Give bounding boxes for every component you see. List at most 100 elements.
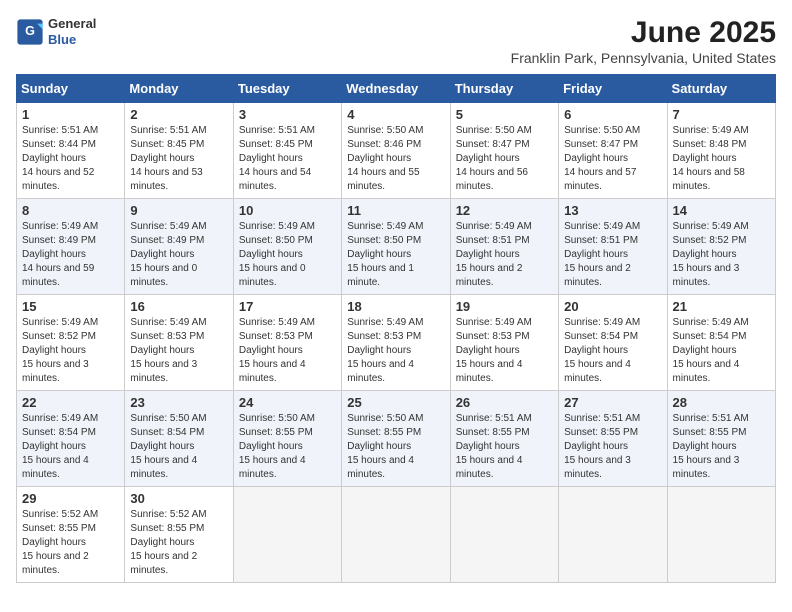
cell-info: Sunrise: 5:52 AMSunset: 8:55 PMDaylight … — [22, 508, 119, 578]
header-row: SundayMondayTuesdayWednesdayThursdayFrid… — [17, 75, 776, 103]
cell-info: Sunrise: 5:50 AMSunset: 8:47 PMDaylight … — [564, 124, 661, 194]
cell-info: Sunrise: 5:50 AMSunset: 8:55 PMDaylight … — [347, 412, 444, 482]
cell-info: Sunrise: 5:49 AMSunset: 8:48 PMDaylight … — [673, 124, 770, 194]
day-number: 7 — [673, 107, 770, 122]
page-header: G General Blue June 2025 Franklin Park, … — [16, 16, 776, 66]
cell-info: Sunrise: 5:49 AMSunset: 8:54 PMDaylight … — [673, 316, 770, 386]
day-number: 25 — [347, 395, 444, 410]
calendar-cell: 16 Sunrise: 5:49 AMSunset: 8:53 PMDaylig… — [125, 295, 233, 391]
day-number: 3 — [239, 107, 336, 122]
header-day-wednesday: Wednesday — [342, 75, 450, 103]
cell-info: Sunrise: 5:49 AMSunset: 8:52 PMDaylight … — [22, 316, 119, 386]
calendar-cell: 30 Sunrise: 5:52 AMSunset: 8:55 PMDaylig… — [125, 487, 233, 583]
calendar-cell: 28 Sunrise: 5:51 AMSunset: 8:55 PMDaylig… — [667, 391, 775, 487]
day-number: 16 — [130, 299, 227, 314]
cell-info: Sunrise: 5:49 AMSunset: 8:54 PMDaylight … — [22, 412, 119, 482]
day-number: 27 — [564, 395, 661, 410]
calendar-header: SundayMondayTuesdayWednesdayThursdayFrid… — [17, 75, 776, 103]
day-number: 29 — [22, 491, 119, 506]
calendar-cell — [450, 487, 558, 583]
day-number: 28 — [673, 395, 770, 410]
day-number: 9 — [130, 203, 227, 218]
calendar-cell: 4 Sunrise: 5:50 AMSunset: 8:46 PMDayligh… — [342, 103, 450, 199]
day-number: 5 — [456, 107, 553, 122]
logo: G General Blue — [16, 16, 96, 47]
calendar-cell — [667, 487, 775, 583]
calendar-cell: 27 Sunrise: 5:51 AMSunset: 8:55 PMDaylig… — [559, 391, 667, 487]
calendar-cell: 22 Sunrise: 5:49 AMSunset: 8:54 PMDaylig… — [17, 391, 125, 487]
cell-info: Sunrise: 5:49 AMSunset: 8:53 PMDaylight … — [456, 316, 553, 386]
cell-info: Sunrise: 5:51 AMSunset: 8:55 PMDaylight … — [673, 412, 770, 482]
day-number: 13 — [564, 203, 661, 218]
calendar-cell: 7 Sunrise: 5:49 AMSunset: 8:48 PMDayligh… — [667, 103, 775, 199]
logo-icon: G — [16, 18, 44, 46]
calendar-cell: 29 Sunrise: 5:52 AMSunset: 8:55 PMDaylig… — [17, 487, 125, 583]
header-day-friday: Friday — [559, 75, 667, 103]
cell-info: Sunrise: 5:49 AMSunset: 8:49 PMDaylight … — [130, 220, 227, 290]
calendar-cell: 23 Sunrise: 5:50 AMSunset: 8:54 PMDaylig… — [125, 391, 233, 487]
week-row-4: 22 Sunrise: 5:49 AMSunset: 8:54 PMDaylig… — [17, 391, 776, 487]
calendar-cell: 2 Sunrise: 5:51 AMSunset: 8:45 PMDayligh… — [125, 103, 233, 199]
cell-info: Sunrise: 5:51 AMSunset: 8:44 PMDaylight … — [22, 124, 119, 194]
day-number: 23 — [130, 395, 227, 410]
day-number: 2 — [130, 107, 227, 122]
month-title: June 2025 — [511, 16, 776, 50]
day-number: 4 — [347, 107, 444, 122]
week-row-3: 15 Sunrise: 5:49 AMSunset: 8:52 PMDaylig… — [17, 295, 776, 391]
day-number: 22 — [22, 395, 119, 410]
calendar-cell: 19 Sunrise: 5:49 AMSunset: 8:53 PMDaylig… — [450, 295, 558, 391]
cell-info: Sunrise: 5:51 AMSunset: 8:55 PMDaylight … — [564, 412, 661, 482]
day-number: 1 — [22, 107, 119, 122]
cell-info: Sunrise: 5:50 AMSunset: 8:54 PMDaylight … — [130, 412, 227, 482]
calendar-cell: 18 Sunrise: 5:49 AMSunset: 8:53 PMDaylig… — [342, 295, 450, 391]
day-number: 24 — [239, 395, 336, 410]
calendar-cell: 24 Sunrise: 5:50 AMSunset: 8:55 PMDaylig… — [233, 391, 341, 487]
calendar-cell: 21 Sunrise: 5:49 AMSunset: 8:54 PMDaylig… — [667, 295, 775, 391]
location-title: Franklin Park, Pennsylvania, United Stat… — [511, 50, 776, 66]
day-number: 21 — [673, 299, 770, 314]
cell-info: Sunrise: 5:49 AMSunset: 8:51 PMDaylight … — [456, 220, 553, 290]
day-number: 14 — [673, 203, 770, 218]
calendar-cell: 5 Sunrise: 5:50 AMSunset: 8:47 PMDayligh… — [450, 103, 558, 199]
calendar-cell: 13 Sunrise: 5:49 AMSunset: 8:51 PMDaylig… — [559, 199, 667, 295]
week-row-5: 29 Sunrise: 5:52 AMSunset: 8:55 PMDaylig… — [17, 487, 776, 583]
cell-info: Sunrise: 5:49 AMSunset: 8:51 PMDaylight … — [564, 220, 661, 290]
header-day-monday: Monday — [125, 75, 233, 103]
cell-info: Sunrise: 5:49 AMSunset: 8:54 PMDaylight … — [564, 316, 661, 386]
day-number: 30 — [130, 491, 227, 506]
calendar-cell: 10 Sunrise: 5:49 AMSunset: 8:50 PMDaylig… — [233, 199, 341, 295]
header-day-sunday: Sunday — [17, 75, 125, 103]
calendar-cell: 14 Sunrise: 5:49 AMSunset: 8:52 PMDaylig… — [667, 199, 775, 295]
header-day-thursday: Thursday — [450, 75, 558, 103]
svg-text:G: G — [25, 23, 35, 37]
calendar-cell: 15 Sunrise: 5:49 AMSunset: 8:52 PMDaylig… — [17, 295, 125, 391]
calendar-cell: 12 Sunrise: 5:49 AMSunset: 8:51 PMDaylig… — [450, 199, 558, 295]
day-number: 19 — [456, 299, 553, 314]
day-number: 12 — [456, 203, 553, 218]
day-number: 20 — [564, 299, 661, 314]
cell-info: Sunrise: 5:49 AMSunset: 8:52 PMDaylight … — [673, 220, 770, 290]
day-number: 26 — [456, 395, 553, 410]
logo-text: General Blue — [48, 16, 96, 47]
calendar-cell — [342, 487, 450, 583]
day-number: 10 — [239, 203, 336, 218]
cell-info: Sunrise: 5:49 AMSunset: 8:49 PMDaylight … — [22, 220, 119, 290]
week-row-1: 1 Sunrise: 5:51 AMSunset: 8:44 PMDayligh… — [17, 103, 776, 199]
cell-info: Sunrise: 5:52 AMSunset: 8:55 PMDaylight … — [130, 508, 227, 578]
title-area: June 2025 Franklin Park, Pennsylvania, U… — [511, 16, 776, 66]
calendar-cell: 3 Sunrise: 5:51 AMSunset: 8:45 PMDayligh… — [233, 103, 341, 199]
calendar-cell: 11 Sunrise: 5:49 AMSunset: 8:50 PMDaylig… — [342, 199, 450, 295]
calendar-body: 1 Sunrise: 5:51 AMSunset: 8:44 PMDayligh… — [17, 103, 776, 583]
calendar-cell: 20 Sunrise: 5:49 AMSunset: 8:54 PMDaylig… — [559, 295, 667, 391]
logo-general: General — [48, 16, 96, 32]
day-number: 6 — [564, 107, 661, 122]
calendar-cell: 1 Sunrise: 5:51 AMSunset: 8:44 PMDayligh… — [17, 103, 125, 199]
calendar-cell: 25 Sunrise: 5:50 AMSunset: 8:55 PMDaylig… — [342, 391, 450, 487]
logo-blue: Blue — [48, 32, 96, 48]
calendar-cell — [233, 487, 341, 583]
cell-info: Sunrise: 5:51 AMSunset: 8:55 PMDaylight … — [456, 412, 553, 482]
cell-info: Sunrise: 5:50 AMSunset: 8:46 PMDaylight … — [347, 124, 444, 194]
day-number: 11 — [347, 203, 444, 218]
calendar-cell: 17 Sunrise: 5:49 AMSunset: 8:53 PMDaylig… — [233, 295, 341, 391]
cell-info: Sunrise: 5:49 AMSunset: 8:53 PMDaylight … — [130, 316, 227, 386]
